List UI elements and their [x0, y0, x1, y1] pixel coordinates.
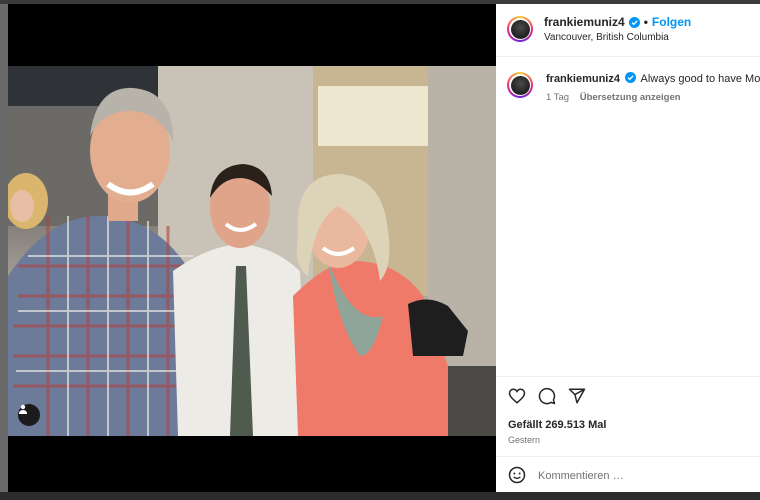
- heart-icon[interactable]: [508, 387, 526, 405]
- caption-username[interactable]: frankiemuniz4: [546, 73, 620, 85]
- emoji-icon[interactable]: [508, 466, 526, 484]
- post-date[interactable]: Gestern: [508, 435, 540, 445]
- location-link[interactable]: Vancouver, British Columbia: [544, 32, 669, 43]
- translate-link[interactable]: Übersetzung anzeigen: [580, 92, 681, 103]
- verified-badge-icon: [628, 16, 640, 28]
- comment-icon[interactable]: [538, 387, 556, 405]
- username-link[interactable]: frankiemuniz4: [544, 15, 625, 29]
- post-header: frankiemuniz4 • Folgen Vancouver, Britis…: [496, 4, 760, 57]
- verified-badge-icon: [625, 72, 637, 83]
- header-user-line: frankiemuniz4 • Folgen: [544, 15, 691, 29]
- comment-bar: [496, 456, 760, 492]
- avatar[interactable]: [507, 16, 533, 42]
- action-bar: Gefällt 269.513 Mal Gestern: [496, 376, 760, 457]
- separator-dot: •: [643, 15, 648, 29]
- post-side-panel: frankiemuniz4 • Folgen Vancouver, Britis…: [496, 4, 760, 492]
- send-icon[interactable]: [568, 387, 586, 405]
- backdrop-left-edge: [0, 4, 8, 492]
- user-tag-button[interactable]: [18, 404, 40, 426]
- caption-text-line: frankiemuniz4 Always good to have Mom a: [546, 72, 760, 85]
- follow-button[interactable]: Folgen: [652, 15, 691, 29]
- photo-illustration: [8, 66, 496, 436]
- caption-meta: 1 Tag Übersetzung anzeigen: [546, 92, 689, 103]
- post-media: [8, 4, 496, 492]
- caption-avatar[interactable]: [507, 72, 533, 98]
- caption-age: 1 Tag: [546, 92, 570, 103]
- user-tag-icon: [19, 404, 27, 414]
- backdrop-bottom-strip: [0, 492, 760, 500]
- post-photo[interactable]: [8, 66, 496, 436]
- caption-text: Always good to have Mom a: [640, 73, 760, 85]
- likes-count[interactable]: Gefällt 269.513 Mal: [508, 419, 606, 431]
- comment-input[interactable]: [536, 465, 740, 487]
